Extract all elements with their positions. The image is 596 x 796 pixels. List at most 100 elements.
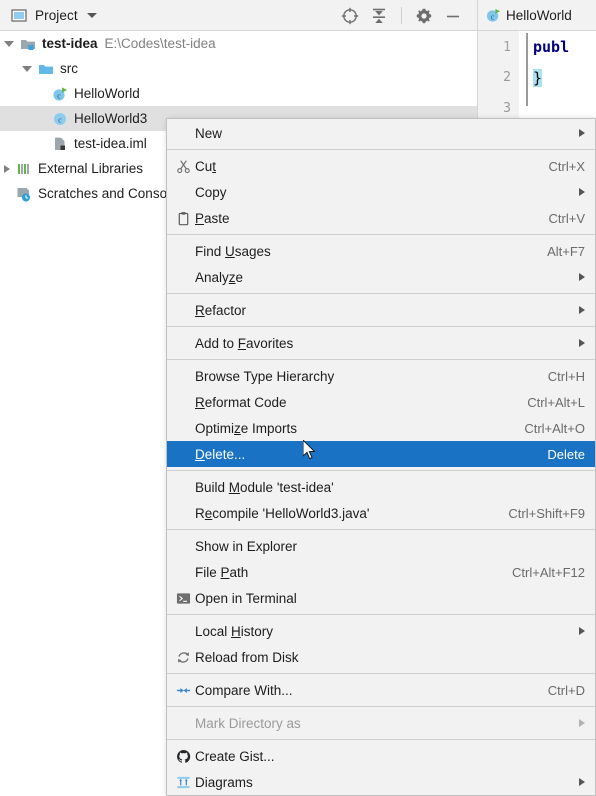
menu-item-create-gist[interactable]: Create Gist... (167, 743, 595, 769)
menu-item-paste[interactable]: Paste Ctrl+V (167, 205, 595, 231)
menu-item-label: File Path (195, 564, 249, 580)
iml-file-icon (55, 137, 65, 150)
reload-icon (177, 651, 189, 663)
menu-item-label: Local History (195, 623, 274, 639)
tree-row[interactable]: test-idea E:\Codes\test-idea (0, 31, 477, 56)
tree-row-label: src (60, 61, 78, 76)
gear-icon[interactable] (414, 6, 434, 26)
toolwindow-actions (340, 0, 463, 31)
menu-item-analyze[interactable]: Analyze (167, 264, 595, 290)
menu-item-shortcut: Ctrl+X (548, 158, 585, 174)
tree-row-label: External Libraries (38, 161, 144, 176)
idea-window: Project test-idea E:\Codes\test-idea src… (0, 0, 596, 796)
menu-item-label: Reformat Code (195, 394, 287, 410)
menu-item-copy[interactable]: Copy (167, 179, 595, 205)
tree-expand-arrow-open[interactable] (22, 65, 32, 72)
menu-item-label: Optimize Imports (195, 420, 298, 436)
menu-item-label: Add to Favorites (195, 335, 294, 351)
collapse-all-icon[interactable] (369, 6, 389, 26)
tree-row[interactable]: src (0, 56, 477, 81)
menu-item-delete[interactable]: Delete... Delete (167, 441, 595, 467)
tree-row-label: HelloWorld (74, 86, 140, 101)
tree-row-label: Scratches and Consoles (38, 186, 185, 201)
menu-item-label: Browse Type Hierarchy (195, 368, 335, 384)
menu-separator (167, 326, 595, 327)
tree-row-label: test-idea (42, 36, 98, 51)
tree-icon-gap (40, 143, 51, 144)
submenu-arrow-icon (579, 188, 585, 196)
compare-icon (176, 687, 190, 693)
reload-icon (171, 650, 195, 665)
minimize-icon[interactable] (443, 6, 463, 26)
menu-item-compare-with[interactable]: Compare With... Ctrl+D (167, 677, 595, 703)
tree-icon-gap (40, 118, 51, 119)
menu-item-recompile-helloworld3-java[interactable]: Recompile 'HelloWorld3.java' Ctrl+Shift+F… (167, 500, 595, 526)
compare-icon (171, 683, 195, 698)
menu-item-diagrams[interactable]: Diagrams (167, 769, 595, 795)
submenu-arrow-icon (579, 306, 585, 314)
chevron-down-icon[interactable] (86, 12, 97, 18)
menu-item-label: Reload from Disk (195, 649, 299, 665)
submenu-arrow-icon (579, 627, 585, 635)
menu-item-shortcut: Ctrl+Shift+F9 (508, 505, 585, 521)
menu-separator (167, 529, 595, 530)
menu-item-optimize-imports[interactable]: Optimize Imports Ctrl+Alt+O (167, 415, 595, 441)
context-menu[interactable]: New Cut Ctrl+X Copy Paste Ctrl+V Find Usages Al… (166, 118, 596, 796)
module-folder-icon (21, 39, 35, 50)
diagrams-icon (176, 776, 190, 788)
menu-item-show-in-explorer[interactable]: Show in Explorer (167, 533, 595, 559)
menu-item-local-history[interactable]: Local History (167, 618, 595, 644)
submenu-arrow-icon (579, 339, 585, 347)
menu-item-add-to-favorites[interactable]: Add to Favorites (167, 330, 595, 356)
menu-item-reformat-code[interactable]: Reformat Code Ctrl+Alt+L (167, 389, 595, 415)
code-line-1: publ (533, 38, 570, 56)
menu-item-open-in-terminal[interactable]: Open in Terminal (167, 585, 595, 611)
menu-item-cut[interactable]: Cut Ctrl+X (167, 153, 595, 179)
tree-row-label: HelloWorld3 (74, 111, 148, 126)
source-folder-icon (39, 64, 53, 74)
github-icon (171, 749, 195, 764)
menu-item-label: Show in Explorer (195, 538, 298, 554)
tree-expand-arrow-open[interactable] (4, 40, 14, 47)
menu-item-label: New (195, 125, 223, 141)
submenu-arrow-icon (579, 273, 585, 281)
menu-separator (167, 293, 595, 294)
tree-row[interactable]: c HelloWorld (0, 81, 477, 106)
submenu-arrow-icon (579, 129, 585, 137)
menu-item-file-path[interactable]: File Path Ctrl+Alt+F12 (167, 559, 595, 585)
tree-row-label: test-idea.iml (74, 136, 147, 151)
line-number: 3 (503, 101, 511, 116)
code-folding-bar (526, 33, 528, 106)
menu-item-reload-from-disk[interactable]: Reload from Disk (167, 644, 595, 670)
menu-item-label: Diagrams (195, 774, 253, 790)
menu-separator (167, 614, 595, 615)
menu-item-shortcut: Ctrl+Alt+O (524, 420, 585, 436)
menu-item-build-module-test-idea[interactable]: Build Module 'test-idea' (167, 474, 595, 500)
menu-item-shortcut: Ctrl+Alt+L (527, 394, 585, 410)
code-line-2: } (533, 69, 543, 87)
terminal-icon (171, 591, 195, 606)
menu-item-label: Open in Terminal (195, 590, 297, 606)
menu-item-find-usages[interactable]: Find Usages Alt+F7 (167, 238, 595, 264)
menu-item-refactor[interactable]: Refactor (167, 297, 595, 323)
menu-item-browse-type-hierarchy[interactable]: Browse Type Hierarchy Ctrl+H (167, 363, 595, 389)
svg-text:c: c (57, 90, 61, 100)
scratches-icon (17, 187, 30, 201)
menu-item-label: Delete... (195, 446, 246, 462)
locate-icon[interactable] (340, 6, 360, 26)
tree-row-path: E:\Codes\test-idea (104, 36, 216, 51)
menu-separator (167, 234, 595, 235)
toolbar-divider (401, 7, 402, 24)
editor-tab-helloworld[interactable]: c HelloWorld (478, 0, 596, 31)
menu-item-shortcut: Ctrl+D (547, 682, 585, 698)
libraries-icon (18, 163, 29, 174)
menu-item-label: Cut (195, 158, 217, 174)
java-class-runnable-icon: c (53, 86, 67, 101)
menu-item-label: Compare With... (195, 682, 293, 698)
project-toolwindow-title-group[interactable]: Project (0, 5, 97, 25)
paste-icon (171, 211, 195, 226)
menu-item-new[interactable]: New (167, 120, 595, 146)
java-class-runnable-icon: c (486, 8, 501, 22)
cut-icon (171, 159, 195, 174)
